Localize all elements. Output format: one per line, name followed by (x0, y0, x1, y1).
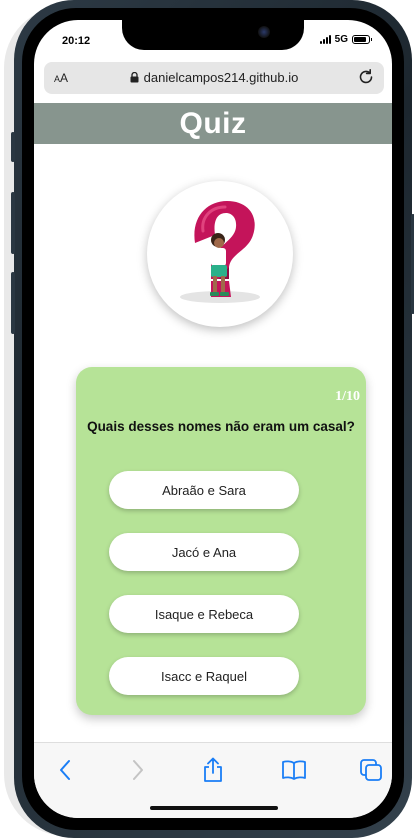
url-text: danielcampos214.github.io (143, 70, 299, 85)
volume-up-button (11, 192, 15, 254)
network-label: 5G (334, 34, 348, 45)
book-icon (282, 760, 306, 780)
volume-down-button (11, 272, 15, 334)
answer-button-1[interactable]: Abraão e Sara (109, 471, 299, 509)
reload-icon (359, 69, 373, 84)
mute-switch (11, 132, 15, 162)
battery-icon (352, 35, 372, 44)
url-display[interactable]: danielcampos214.github.io (44, 70, 384, 85)
reload-button[interactable] (356, 67, 376, 92)
question-text: Quais desses nomes não eram um casal? (87, 419, 355, 434)
quiz-card: 1/10 Quais desses nomes não eram um casa… (76, 367, 366, 715)
chevron-right-icon (133, 760, 143, 780)
answer-button-4[interactable]: Isacc e Raquel (109, 657, 299, 695)
screen: 20:12 5G AA danielcampos214.github.io Qu… (34, 20, 392, 818)
answer-button-3[interactable]: Isaque e Rebeca (109, 595, 299, 633)
share-button[interactable] (198, 755, 228, 785)
share-icon (204, 757, 222, 782)
bookmarks-button[interactable] (279, 755, 309, 785)
front-camera (258, 26, 270, 38)
forward-button[interactable] (123, 755, 153, 785)
quiz-illustration (147, 181, 293, 327)
page-header: Quiz (34, 103, 392, 144)
question-mark-person-image (180, 201, 260, 303)
address-bar[interactable]: AA danielcampos214.github.io (44, 62, 384, 94)
notch (122, 20, 304, 50)
signal-icon (319, 35, 331, 44)
tabs-button[interactable] (356, 755, 386, 785)
home-indicator (150, 806, 278, 810)
chevron-left-icon (60, 760, 70, 780)
answer-button-2[interactable]: Jacó e Ana (109, 533, 299, 571)
back-button[interactable] (50, 755, 80, 785)
tabs-icon (360, 759, 382, 781)
status-time: 20:12 (62, 35, 91, 47)
status-indicators: 5G (319, 34, 372, 45)
battery-level (354, 37, 366, 42)
page-title: Quiz (179, 107, 247, 140)
question-counter: 1/10 (335, 389, 360, 404)
lock-icon (130, 72, 139, 83)
